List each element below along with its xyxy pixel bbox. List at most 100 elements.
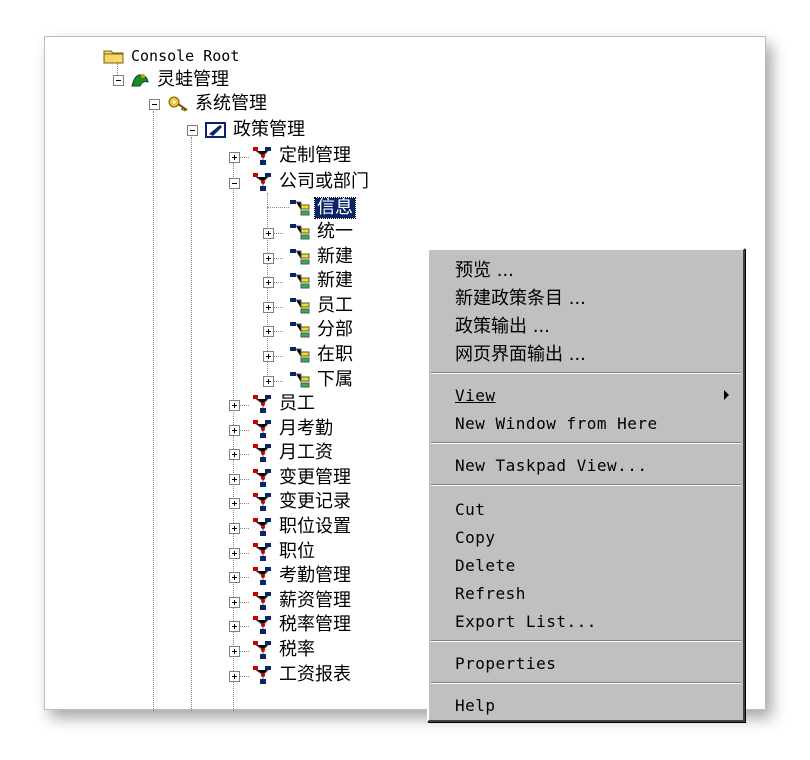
menu-item-web-output[interactable]: 网页界面输出 ... — [429, 340, 743, 366]
expand-toggle[interactable] — [263, 228, 274, 239]
expand-toggle[interactable] — [229, 621, 240, 633]
menu-item-new-policy-item[interactable]: 新建政策条目 ... — [429, 284, 743, 310]
submenu-arrow-icon — [724, 390, 729, 400]
expand-toggle[interactable] — [229, 498, 240, 510]
leaf-node-icon — [289, 247, 311, 267]
tree-node-label: 变更管理 — [279, 466, 351, 488]
tree-node-label: 灵蛙管理 — [157, 69, 229, 90]
tree-node-child[interactable]: 在职 — [289, 344, 355, 366]
tree-node-child[interactable]: 下属 — [289, 369, 355, 391]
expand-toggle[interactable] — [229, 152, 240, 163]
tree-node-sibling[interactable]: 职位 — [251, 541, 317, 563]
expand-toggle[interactable] — [229, 424, 240, 436]
tree-node-sibling[interactable]: 月考勤 — [251, 418, 335, 440]
menu-item-export-list[interactable]: Export List... — [429, 608, 743, 634]
tree-node-sibling[interactable]: 变更记录 — [251, 491, 353, 513]
expand-toggle[interactable] — [229, 449, 240, 461]
tree-node-sibling[interactable]: 月工资 — [251, 442, 335, 464]
menu-item-label: Help — [455, 695, 496, 715]
leaf-node-icon — [289, 296, 311, 316]
tree-node-policy[interactable]: 政策管理 — [205, 119, 307, 141]
tree-node-label: 员工 — [317, 294, 353, 316]
menu-item-new-window[interactable]: New Window from Here — [429, 410, 743, 436]
collapse-toggle[interactable] — [187, 125, 198, 136]
tree-node-label: 下属 — [317, 368, 353, 390]
collapse-toggle[interactable] — [149, 99, 160, 110]
expand-toggle[interactable] — [229, 646, 240, 657]
tree-node-child[interactable]: 员工 — [289, 295, 355, 317]
tree-node-label: 新建 — [317, 270, 353, 292]
tree-node-sibling[interactable]: 员工 — [251, 393, 317, 415]
tree-node-label: 职位设置 — [279, 516, 351, 537]
expand-toggle[interactable] — [229, 473, 240, 485]
leaf-node-icon — [289, 222, 311, 242]
expand-toggle[interactable] — [229, 523, 240, 534]
tree-node-sibling[interactable]: 薪资管理 — [251, 590, 353, 612]
expand-toggle[interactable] — [263, 252, 274, 264]
leaf-node-icon — [289, 198, 311, 218]
folder-icon — [103, 46, 125, 66]
expand-toggle[interactable] — [263, 351, 274, 362]
tree-node-child[interactable]: 统一 — [289, 221, 355, 243]
tree-node-company[interactable]: 公司或部门 — [251, 171, 371, 193]
expand-toggle[interactable] — [229, 670, 240, 682]
menu-item-policy-output[interactable]: 政策输出 ... — [429, 312, 743, 338]
tree-node-label: 公司或部门 — [279, 171, 369, 192]
tree-node-label: 工资报表 — [279, 663, 351, 685]
network-icon — [251, 492, 273, 512]
tree-node-app[interactable]: 灵蛙管理 — [129, 69, 231, 91]
network-icon — [251, 591, 273, 611]
tree-node-sibling[interactable]: 税率 — [251, 639, 317, 661]
tree-node-customize[interactable]: 定制管理 — [251, 145, 353, 167]
key-icon — [167, 94, 189, 114]
tree-node-label: 税率管理 — [279, 614, 351, 636]
menu-item-new-taskpad[interactable]: New Taskpad View... — [429, 452, 743, 478]
tree-node-sibling[interactable]: 考勤管理 — [251, 565, 353, 587]
expand-toggle[interactable] — [229, 572, 240, 584]
menu-separator — [431, 372, 741, 374]
leaf-node-icon — [289, 271, 311, 291]
network-icon — [251, 443, 273, 463]
tree-node-info[interactable]: 信息 — [289, 197, 356, 219]
menu-item-preview[interactable]: 预览 ... — [429, 256, 743, 282]
tree-node-system[interactable]: 系统管理 — [167, 93, 269, 115]
tree-node-sibling[interactable]: 税率管理 — [251, 614, 353, 636]
tree-node-child[interactable]: 分部 — [289, 319, 355, 341]
menu-item-help[interactable]: Help — [429, 692, 743, 718]
expand-toggle[interactable] — [229, 547, 240, 559]
network-icon — [251, 615, 273, 635]
network-icon — [251, 542, 273, 562]
tree-node-child[interactable]: 新建 — [289, 246, 355, 268]
menu-item-properties[interactable]: Properties — [429, 650, 743, 676]
tree-node-label: 新建 — [317, 245, 353, 267]
expand-toggle[interactable] — [263, 301, 274, 313]
tree-node-label: 薪资管理 — [279, 589, 351, 611]
collapse-toggle[interactable] — [229, 178, 240, 189]
collapse-toggle[interactable] — [113, 75, 124, 86]
network-icon — [251, 394, 273, 414]
network-icon — [251, 146, 273, 166]
tree-node-sibling[interactable]: 变更管理 — [251, 467, 353, 489]
menu-separator — [431, 484, 741, 486]
tree-node-label: 定制管理 — [279, 145, 351, 166]
tree-node-child[interactable]: 新建 — [289, 270, 355, 292]
expand-toggle[interactable] — [263, 375, 274, 387]
menu-item-refresh[interactable]: Refresh — [429, 580, 743, 606]
tree-guide-line — [153, 111, 154, 711]
tree-node-label: 在职 — [317, 344, 353, 365]
expand-toggle[interactable] — [263, 326, 274, 338]
tree-node-label: 变更记录 — [279, 491, 351, 513]
tree-node-sibling[interactable]: 职位设置 — [251, 516, 353, 538]
menu-item-copy[interactable]: Copy — [429, 524, 743, 550]
menu-item-view[interactable]: View — [429, 382, 743, 408]
menu-item-cut[interactable]: Cut — [429, 496, 743, 522]
expand-toggle[interactable] — [263, 277, 274, 289]
tree-node-console-root[interactable]: Console Root — [103, 45, 241, 67]
tree-node-label: 职位 — [279, 540, 315, 562]
tree-node-sibling[interactable]: 工资报表 — [251, 664, 353, 686]
tree-node-label: 考勤管理 — [279, 565, 351, 587]
tree-node-label: 统一 — [317, 221, 353, 242]
menu-item-delete[interactable]: Delete — [429, 552, 743, 578]
expand-toggle[interactable] — [229, 400, 240, 411]
expand-toggle[interactable] — [229, 596, 240, 608]
